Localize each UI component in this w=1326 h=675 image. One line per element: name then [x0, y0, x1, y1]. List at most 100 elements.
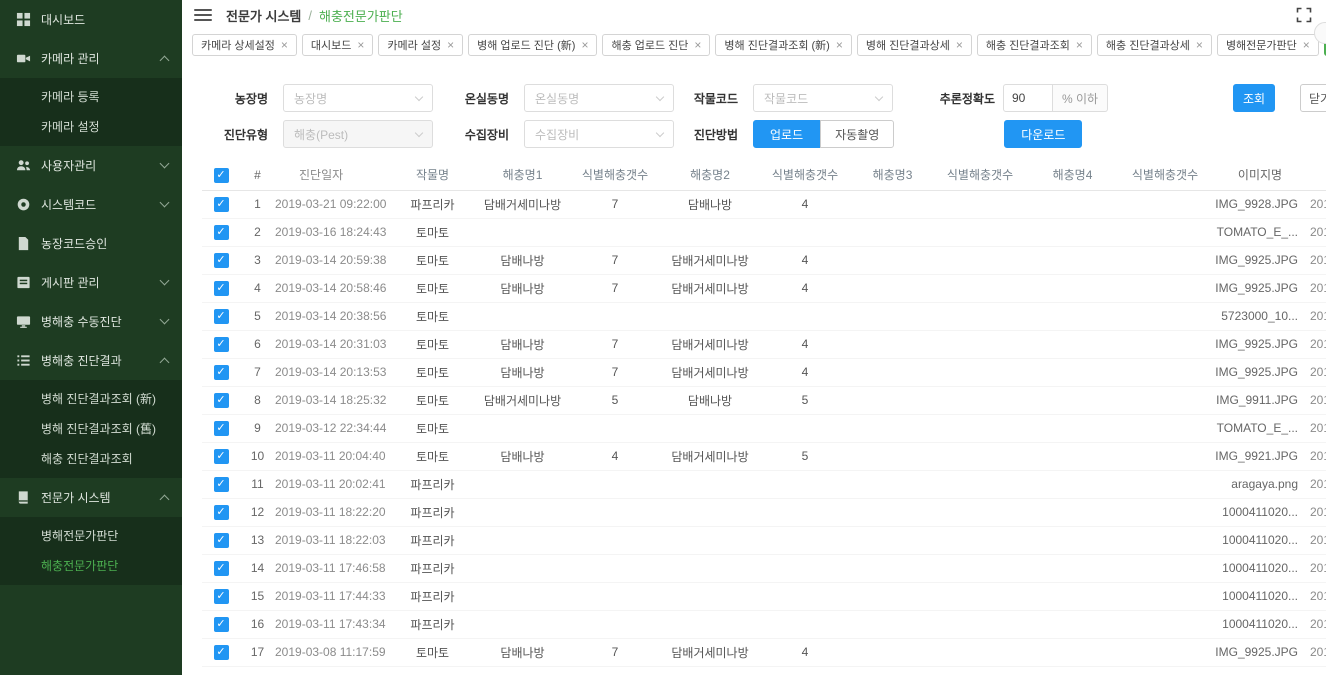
- sidebar-subitem[interactable]: 카메라 등록: [0, 82, 182, 112]
- upload-method-button[interactable]: 업로드: [753, 120, 820, 148]
- tab-close-icon[interactable]: ×: [447, 39, 454, 51]
- row-checkbox[interactable]: ✓: [214, 477, 229, 492]
- row-checkbox[interactable]: ✓: [214, 309, 229, 324]
- cell-pest2: [660, 554, 760, 582]
- select-all-checkbox[interactable]: ✓: [214, 168, 229, 183]
- hamburger-menu-icon[interactable]: [194, 9, 212, 21]
- auto-capture-method-button[interactable]: 자동촬영: [820, 120, 894, 148]
- tab-close-icon[interactable]: ×: [281, 39, 288, 51]
- tab-item[interactable]: 해충 진단결과상세×: [1097, 34, 1212, 56]
- sidebar-item[interactable]: 병해충 진단결과: [0, 341, 182, 380]
- cell-date: 2019-03-14 18:25:32: [275, 386, 390, 414]
- row-checkbox[interactable]: ✓: [214, 505, 229, 520]
- cell-count2: [760, 302, 850, 330]
- cell-pest4: [1025, 554, 1120, 582]
- row-checkbox[interactable]: ✓: [214, 617, 229, 632]
- cell-pest1: [475, 526, 570, 554]
- cell-pest3: [850, 610, 935, 638]
- sidebar-item[interactable]: 게시판 관리: [0, 263, 182, 302]
- close-button[interactable]: 닫기: [1300, 84, 1326, 112]
- sidebar-item[interactable]: 카메라 관리: [0, 39, 182, 78]
- sidebar-item[interactable]: 사용자관리: [0, 146, 182, 185]
- tab-item[interactable]: 병해전문가판단×: [1217, 34, 1319, 56]
- sidebar-subitem[interactable]: 병해전문가판단: [0, 521, 182, 551]
- cell-count1: 7: [570, 246, 660, 274]
- cell-count2: [760, 610, 850, 638]
- row-checkbox-cell: ✓: [202, 386, 240, 414]
- sidebar-subitem[interactable]: 카메라 설정: [0, 112, 182, 142]
- cell-pest2: [660, 526, 760, 554]
- fullscreen-icon[interactable]: [1296, 7, 1312, 23]
- equipment-select[interactable]: 수집장비: [524, 120, 674, 148]
- search-button[interactable]: 조회: [1233, 84, 1275, 112]
- cell-crop: 토마토: [390, 330, 475, 358]
- sidebar-subitem[interactable]: 해충전문가판단: [0, 551, 182, 581]
- cell-pest3: [850, 414, 935, 442]
- row-checkbox[interactable]: ✓: [214, 253, 229, 268]
- sidebar-subitem[interactable]: 해충 진단결과조회: [0, 444, 182, 474]
- tab-item[interactable]: 병해 업로드 진단 (新)×: [468, 34, 597, 56]
- row-checkbox[interactable]: ✓: [214, 225, 229, 240]
- sidebar-item[interactable]: 시스템코드: [0, 185, 182, 224]
- filter-panel: 농장명 농장명 온실동명 온실동명 작물코드 작물코드 추론정확도 % 이하: [182, 62, 1326, 148]
- download-button[interactable]: 다운로드: [1004, 120, 1082, 148]
- tab-close-icon[interactable]: ×: [1076, 39, 1083, 51]
- sidebar-item[interactable]: 전문가 시스템: [0, 478, 182, 517]
- farm-name-select[interactable]: 농장명: [283, 84, 433, 112]
- row-checkbox[interactable]: ✓: [214, 281, 229, 296]
- tab-close-icon[interactable]: ×: [836, 39, 843, 51]
- results-table-wrap: ✓#진단일자작물명해충명1식별해충갯수해충명2식별해충갯수해충명3식별해충갯수해…: [202, 160, 1326, 667]
- tab-item[interactable]: 병해 진단결과상세×: [857, 34, 972, 56]
- cell-pest3: [850, 442, 935, 470]
- row-checkbox[interactable]: ✓: [214, 589, 229, 604]
- row-checkbox[interactable]: ✓: [214, 337, 229, 352]
- row-checkbox[interactable]: ✓: [214, 449, 229, 464]
- cell-pest4: [1025, 386, 1120, 414]
- tab-item[interactable]: 대시보드×: [302, 34, 374, 56]
- tab-close-icon[interactable]: ×: [581, 39, 588, 51]
- tab-close-icon[interactable]: ×: [357, 39, 364, 51]
- crop-code-select[interactable]: 작물코드: [753, 84, 893, 112]
- row-checkbox[interactable]: ✓: [214, 393, 229, 408]
- cell-pest4: [1025, 246, 1120, 274]
- tab-item[interactable]: 해충 업로드 진단×: [602, 34, 710, 56]
- accuracy-input[interactable]: [1003, 84, 1053, 112]
- tab-item[interactable]: 카메라 설정×: [378, 34, 463, 56]
- crop-code-label: 작물코드: [688, 90, 738, 107]
- row-checkbox[interactable]: ✓: [214, 533, 229, 548]
- row-checkbox[interactable]: ✓: [214, 365, 229, 380]
- sidebar-subitem[interactable]: 병해 진단결과조회 (舊): [0, 414, 182, 444]
- sidebar-item[interactable]: 농장코드승인: [0, 224, 182, 263]
- cell-no: 3: [240, 246, 275, 274]
- diagnosis-type-select[interactable]: 해충(Pest): [283, 120, 433, 148]
- tab-close-icon[interactable]: ×: [694, 39, 701, 51]
- cell-regdate: 2019: [1310, 498, 1326, 526]
- cell-count3: [935, 498, 1025, 526]
- cell-count1: [570, 414, 660, 442]
- cell-pest3: [850, 358, 935, 386]
- row-checkbox[interactable]: ✓: [214, 561, 229, 576]
- cell-pest3: [850, 218, 935, 246]
- sidebar-item[interactable]: 병해충 수동진단: [0, 302, 182, 341]
- tab-item[interactable]: 카메라 상세설정×: [192, 34, 297, 56]
- sidebar-subitem[interactable]: 병해 진단결과조회 (新): [0, 384, 182, 414]
- tab-close-icon[interactable]: ×: [956, 39, 963, 51]
- cell-count3: [935, 582, 1025, 610]
- tab-close-icon[interactable]: ×: [1196, 39, 1203, 51]
- tab-item[interactable]: 해충 진단결과조회×: [977, 34, 1092, 56]
- cell-count4: [1120, 498, 1210, 526]
- sidebar-item[interactable]: 대시보드: [0, 0, 182, 39]
- cell-count2: 4: [760, 330, 850, 358]
- cell-crop: 토마토: [390, 638, 475, 666]
- cell-count2: 4: [760, 274, 850, 302]
- cell-crop: 토마토: [390, 358, 475, 386]
- cell-count3: [935, 414, 1025, 442]
- tab-item[interactable]: 병해 진단결과조회 (新)×: [715, 34, 851, 56]
- row-checkbox[interactable]: ✓: [214, 421, 229, 436]
- tab-close-icon[interactable]: ×: [1303, 39, 1310, 51]
- row-checkbox-cell: ✓: [202, 330, 240, 358]
- greenhouse-select[interactable]: 온실동명: [524, 84, 674, 112]
- cell-pest2: 담배거세미나방: [660, 442, 760, 470]
- row-checkbox[interactable]: ✓: [214, 645, 229, 660]
- row-checkbox[interactable]: ✓: [214, 197, 229, 212]
